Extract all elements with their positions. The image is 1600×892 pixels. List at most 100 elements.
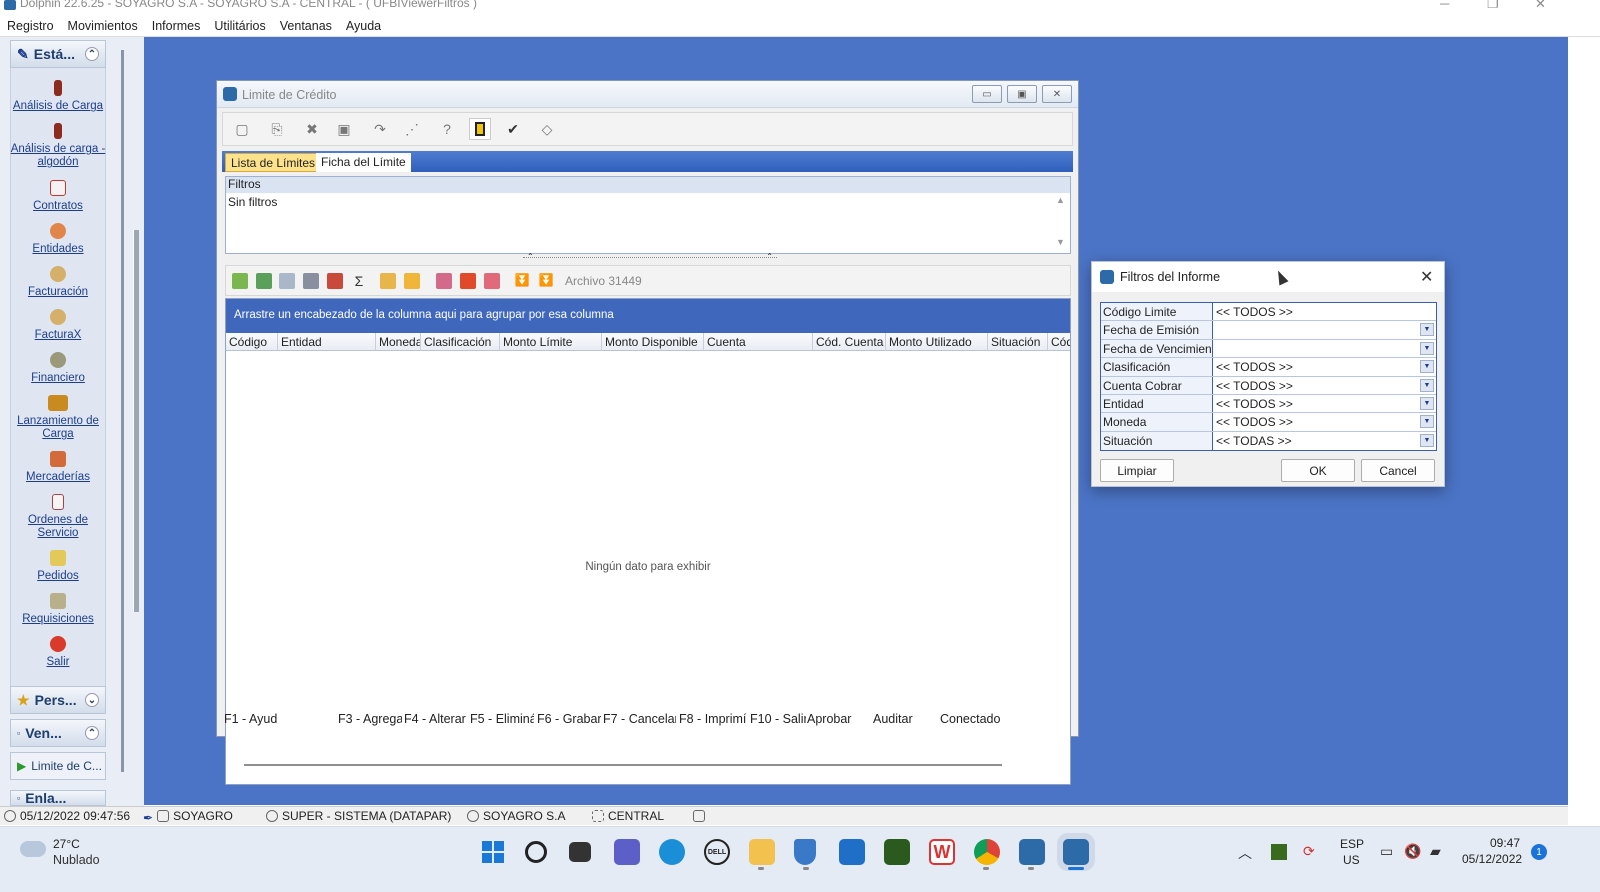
filter-value-field[interactable]: ▼: [1213, 340, 1436, 357]
network-icon[interactable]: ▭: [1380, 843, 1393, 860]
approve-check-icon[interactable]: ✔: [502, 118, 524, 140]
filter-wizard-icon[interactable]: [232, 273, 248, 289]
filter-value-field[interactable]: << TODOS >> ▼: [1213, 395, 1436, 412]
notification-badge[interactable]: 1: [1531, 844, 1547, 860]
menu-utilitarios[interactable]: Utilitários: [214, 19, 265, 33]
menu-registro[interactable]: Registro: [7, 19, 54, 33]
dolphin-active-icon[interactable]: [1063, 839, 1089, 865]
filter-value-field[interactable]: ▼: [1213, 321, 1436, 338]
minimize-icon[interactable]: ─: [1440, 0, 1449, 11]
copy-icon[interactable]: ⎘: [266, 118, 288, 140]
menu-movimientos[interactable]: Movimientos: [68, 19, 138, 33]
chevron-up-icon[interactable]: ⌃: [527, 252, 534, 261]
search-icon[interactable]: [525, 841, 547, 863]
security-shield-icon[interactable]: [794, 839, 816, 865]
collapse-all-icon[interactable]: ⏬: [514, 273, 530, 289]
chevron-up-icon[interactable]: ︿: [1238, 843, 1252, 863]
dropdown-arrow-icon[interactable]: ▼: [1420, 433, 1434, 447]
sidebar-section-estadisticas[interactable]: ✎ Está... ⌃: [10, 40, 106, 68]
maximize-icon[interactable]: ▣: [1007, 85, 1037, 103]
keyboard-layout[interactable]: US: [1343, 853, 1360, 867]
collapse-icon[interactable]: ⌃: [85, 726, 99, 740]
sidebar-item-pedidos[interactable]: Pedidos: [10, 550, 106, 583]
collapse-icon[interactable]: ⌃: [85, 47, 99, 61]
mail-icon[interactable]: [839, 839, 865, 865]
status-f1[interactable]: F1 - Ayud: [224, 712, 336, 726]
dropdown-arrow-icon[interactable]: ▼: [1420, 323, 1434, 337]
columns-icon[interactable]: [327, 273, 343, 289]
folder-icon[interactable]: [404, 273, 420, 289]
dropdown-arrow-icon[interactable]: ▼: [1420, 415, 1434, 429]
refresh-icon[interactable]: [256, 273, 272, 289]
col-monto-limite[interactable]: Monto Límite: [500, 333, 602, 351]
horizontal-scrollbar[interactable]: [244, 764, 1002, 766]
chevron-up-icon[interactable]: ⌃: [766, 252, 773, 261]
sum-icon[interactable]: Σ: [351, 273, 367, 289]
filters-scrollbar[interactable]: ▲ ▼: [1052, 193, 1069, 253]
sidebar-item-financiero[interactable]: Financiero: [10, 352, 106, 385]
sync-icon[interactable]: ⟳: [1303, 843, 1315, 860]
status-f3[interactable]: F3 - Agrega: [338, 712, 402, 726]
file-explorer-icon[interactable]: [749, 839, 775, 865]
col-situacion[interactable]: Situación: [988, 333, 1048, 351]
sidebar-item-entidades[interactable]: Entidades: [10, 223, 106, 256]
print-icon[interactable]: [303, 273, 319, 289]
status-f10[interactable]: F10 - Salir: [750, 712, 806, 726]
tab-ficha-limite[interactable]: Ficha del Límite: [316, 153, 411, 172]
sidebar-splitter[interactable]: [133, 230, 139, 612]
scroll-up-icon[interactable]: ▲: [1056, 195, 1065, 205]
dell-icon[interactable]: DELL: [704, 839, 730, 865]
help-icon[interactable]: ?: [436, 118, 458, 140]
weather-temperature[interactable]: 27°C: [53, 837, 80, 851]
chrome-icon[interactable]: [974, 839, 1000, 865]
report-icon[interactable]: [484, 273, 500, 289]
sidebar-item-facturacion[interactable]: Facturación: [10, 266, 106, 299]
sidebar-item-facturax[interactable]: FacturaX: [10, 309, 106, 342]
status-auditar[interactable]: Auditar: [873, 712, 933, 726]
dropdown-arrow-icon[interactable]: ▼: [1420, 396, 1434, 410]
dropdown-arrow-icon[interactable]: ▼: [1420, 341, 1434, 355]
battery-icon[interactable]: ▰: [1430, 843, 1441, 860]
col-codigo[interactable]: Código: [226, 333, 278, 351]
status-aprobar[interactable]: Aprobar: [807, 712, 867, 726]
restore-icon[interactable]: ❐: [1487, 0, 1499, 12]
close-icon[interactable]: ✕: [1042, 85, 1072, 103]
col-monto-utilizado[interactable]: Monto Utilizado: [886, 333, 988, 351]
windows-start-icon[interactable]: [480, 839, 506, 865]
filter-value-field[interactable]: << TODOS >>: [1213, 303, 1436, 320]
filter-value-field[interactable]: << TODOS >> ▼: [1213, 377, 1436, 394]
menu-ayuda[interactable]: Ayuda: [346, 19, 381, 33]
sidebar-item-analisis-carga[interactable]: Análisis de Carga: [10, 80, 106, 113]
sidebar-section-personal[interactable]: ★ Pers... ⌄: [10, 686, 106, 714]
col-cuenta[interactable]: Cuenta: [704, 333, 813, 351]
minimize-icon[interactable]: ▭: [972, 85, 1002, 103]
sidebar-section-enlaces[interactable]: ▫ Enla...: [10, 790, 106, 806]
close-icon[interactable]: ✕: [1420, 267, 1433, 287]
dropdown-arrow-icon[interactable]: ▼: [1420, 360, 1434, 374]
status-f6[interactable]: F6 - Grabar: [537, 712, 601, 726]
expand-icon[interactable]: ⌄: [85, 693, 99, 707]
filter-value-field[interactable]: << TODAS >> ▼: [1213, 432, 1436, 450]
cloud-icon[interactable]: [20, 841, 46, 857]
open-folder-icon[interactable]: [380, 273, 396, 289]
col-clasificacion[interactable]: Clasificación: [421, 333, 500, 351]
col-entidad[interactable]: Entidad: [278, 333, 376, 351]
status-f4[interactable]: F4 - Alterar: [404, 712, 468, 726]
limpiar-button[interactable]: Limpiar: [1100, 459, 1174, 482]
col-cod[interactable]: Cód: [1048, 333, 1070, 351]
edge-icon[interactable]: [659, 839, 685, 865]
language-indicator[interactable]: ESP: [1340, 837, 1364, 851]
menu-ventanas[interactable]: Ventanas: [280, 19, 332, 33]
scroll-down-icon[interactable]: ▼: [1056, 237, 1065, 247]
delete-icon[interactable]: ✖: [301, 118, 323, 140]
sidebar-item-ordenes[interactable]: Ordenes de Servicio: [10, 494, 106, 540]
stop-icon[interactable]: [460, 273, 476, 289]
undo-icon[interactable]: ↷: [369, 118, 391, 140]
exit-door-icon[interactable]: [469, 118, 491, 140]
volume-muted-icon[interactable]: 🔇: [1404, 843, 1421, 860]
redo-icon[interactable]: ⋰: [401, 118, 423, 140]
col-cod-cuenta[interactable]: Cód. Cuenta: [813, 333, 886, 351]
sidebar-item-analisis-algodon[interactable]: Análisis de carga - algodón: [10, 123, 106, 169]
close-icon[interactable]: ✕: [1535, 0, 1546, 12]
clock-date[interactable]: 05/12/2022: [1462, 852, 1522, 866]
